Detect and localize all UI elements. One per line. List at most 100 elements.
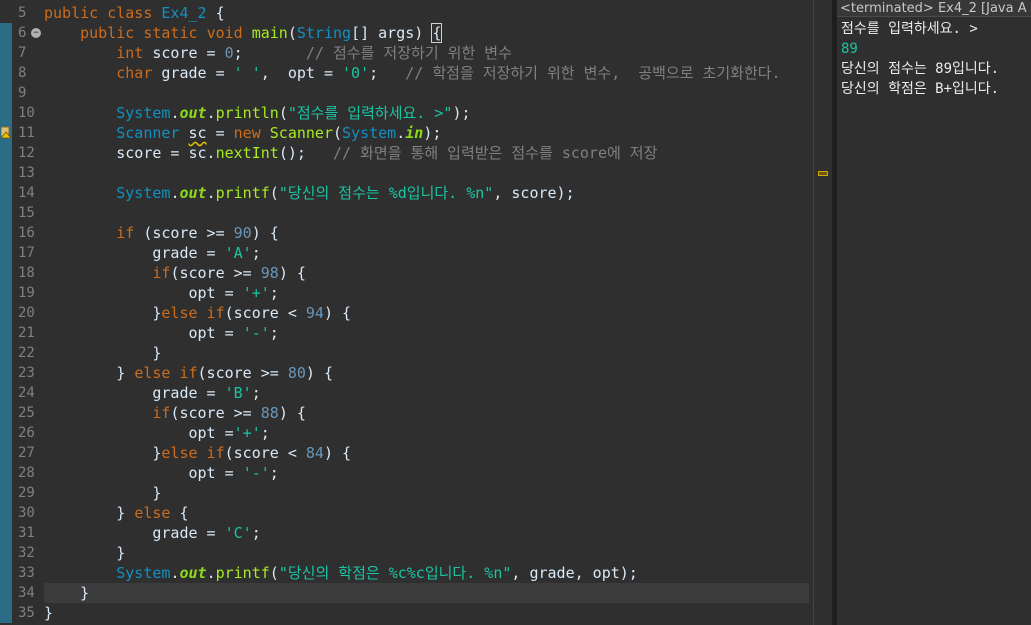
code-line[interactable]: } else { xyxy=(44,503,809,523)
code-line[interactable]: System.out.printf("당신의 점수는 %d입니다. %n", s… xyxy=(44,183,809,203)
code-line[interactable]: grade = 'A'; xyxy=(44,243,809,263)
code-line[interactable]: }else if(score < 84) { xyxy=(44,443,809,463)
code-line[interactable]: opt ='+'; xyxy=(44,423,809,443)
line-number: 23 xyxy=(18,365,35,381)
console-view[interactable]: <terminated> Ex4_2 [Java A 점수를 입력하세요. > 8… xyxy=(837,0,1031,625)
code-line[interactable]: } xyxy=(44,583,809,603)
console-status: <terminated> Ex4_2 [Java A xyxy=(837,0,1031,17)
code-token: ) { xyxy=(278,264,306,282)
code-token: = xyxy=(206,124,234,142)
code-token: main xyxy=(251,24,288,42)
code-token: ) { xyxy=(251,224,279,242)
code-line[interactable]: System.out.printf("당신의 학점은 %c%c입니다. %n",… xyxy=(44,563,809,583)
code-line[interactable]: } xyxy=(44,603,809,623)
code-line[interactable]: score = sc.nextInt(); // 화면을 통해 입력받은 점수를… xyxy=(44,143,809,163)
change-marker xyxy=(0,363,12,383)
code-token: // 학점을 저장하기 위한 변수, 공백으로 초기화한다. xyxy=(405,64,781,82)
code-line[interactable]: grade = 'C'; xyxy=(44,523,809,543)
code-line[interactable]: }else if(score < 94) { xyxy=(44,303,809,323)
change-marker xyxy=(0,43,12,63)
code-token: if xyxy=(116,224,144,242)
code-token: ( xyxy=(278,104,288,122)
code-token: ; xyxy=(251,244,261,262)
change-marker xyxy=(0,23,12,43)
code-token: { xyxy=(179,504,189,522)
code-line[interactable] xyxy=(44,203,809,223)
change-marker xyxy=(0,443,12,463)
code-token: . xyxy=(396,124,406,142)
code-editor[interactable]: 5 6− 7 8 9 10 11 12 13 14 15 16 17 18 19 20 21 22 23 24 25 26… xyxy=(0,0,813,625)
code-token: 90 xyxy=(233,224,252,242)
console-output-line: 당신의 학점은 B+입니다. xyxy=(841,81,1000,97)
change-marker xyxy=(0,403,12,423)
code-line[interactable]: } xyxy=(44,343,809,363)
code-token: 80 xyxy=(287,364,306,382)
code-line[interactable]: opt = '-'; xyxy=(44,463,809,483)
warning-icon[interactable] xyxy=(1,126,12,139)
code-token: new xyxy=(233,124,270,142)
code-line[interactable] xyxy=(44,83,809,103)
code-line[interactable]: System.out.println("점수를 입력하세요. >"); xyxy=(44,103,809,123)
console-output[interactable]: 점수를 입력하세요. > 89 당신의 점수는 89입니다. 당신의 학점은 B+입니… xyxy=(837,17,1031,99)
code-token: else if xyxy=(161,304,225,322)
line-number: 19 xyxy=(18,285,35,301)
code-token: , opt = xyxy=(260,64,343,82)
code-token: grade = xyxy=(152,384,225,402)
line-number: 29 xyxy=(18,485,35,501)
code-token: (score >= xyxy=(170,264,261,282)
fold-collapse-icon[interactable]: − xyxy=(31,28,41,38)
line-number: 6− xyxy=(14,23,41,43)
code-line[interactable]: if(score >= 98) { xyxy=(44,263,809,283)
overview-ruler[interactable] xyxy=(813,0,832,625)
code-line[interactable]: if (score >= 90) { xyxy=(44,223,809,243)
code-line[interactable]: char grade = ' ', opt = '0'; // 학점을 저장하기… xyxy=(44,63,809,83)
code-line[interactable]: } xyxy=(44,543,809,563)
code-token: 0 xyxy=(224,44,234,62)
code-line[interactable]: if(score >= 88) { xyxy=(44,403,809,423)
code-line[interactable]: } else if(score >= 80) { xyxy=(44,363,809,383)
code-token: Scanner xyxy=(269,124,333,142)
code-token: public xyxy=(44,4,108,22)
code-area[interactable]: public class Ex4_2 { public static void … xyxy=(44,3,809,623)
change-marker xyxy=(0,463,12,483)
line-number: 30 xyxy=(18,505,35,521)
code-line[interactable]: grade = 'B'; xyxy=(44,383,809,403)
code-token: System xyxy=(342,124,397,142)
code-token: static xyxy=(143,24,207,42)
code-token: ) { xyxy=(323,444,352,462)
code-token: ); xyxy=(423,124,442,142)
line-number: 34 xyxy=(18,585,35,601)
code-token: } xyxy=(152,484,162,502)
code-token: if xyxy=(152,264,171,282)
line-number: 27 xyxy=(18,445,35,461)
code-token: grade = xyxy=(152,244,225,262)
code-token: 88 xyxy=(260,404,279,422)
code-line[interactable] xyxy=(44,163,809,183)
code-line[interactable]: } xyxy=(44,483,809,503)
code-token: out xyxy=(179,564,207,582)
change-marker xyxy=(0,163,12,183)
code-line[interactable]: public static void main(String[] args) { xyxy=(44,23,809,43)
code-token: grade = xyxy=(152,524,225,542)
code-line[interactable]: int score = 0; // 점수를 저장하기 위한 변수 xyxy=(44,43,809,63)
code-token: '-' xyxy=(242,464,270,482)
code-line[interactable]: public class Ex4_2 { xyxy=(44,3,809,23)
code-line[interactable]: Scanner sc = new Scanner(System.in); xyxy=(44,123,809,143)
change-marker xyxy=(0,83,12,103)
code-line[interactable]: opt = '-'; xyxy=(44,323,809,343)
code-line[interactable]: opt = '+'; xyxy=(44,283,809,303)
line-number: 16 xyxy=(18,225,35,241)
change-marker xyxy=(0,543,12,563)
change-marker xyxy=(0,603,12,623)
warning-marker[interactable] xyxy=(818,171,828,176)
code-token: char xyxy=(116,64,162,82)
line-number: 20 xyxy=(18,305,35,321)
